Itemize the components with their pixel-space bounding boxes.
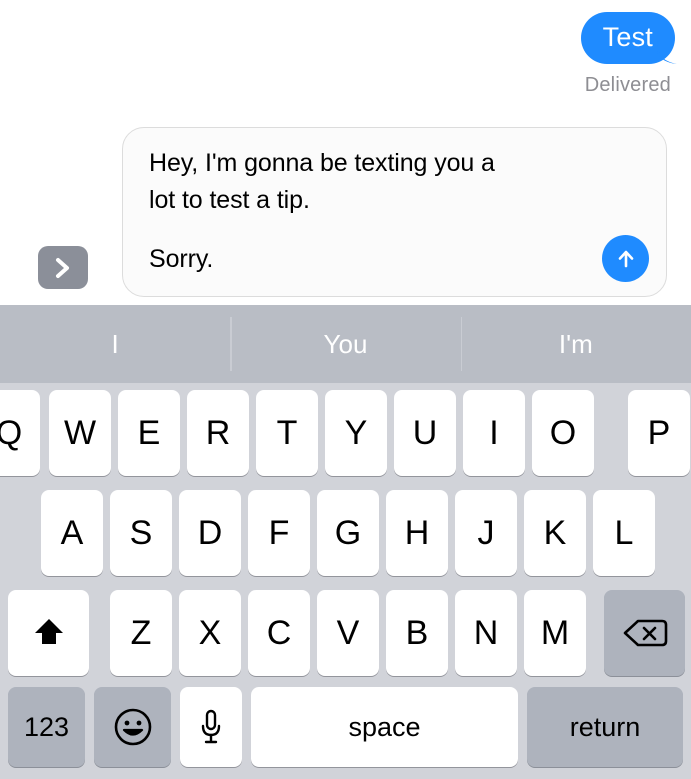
arrow-up-icon <box>612 245 640 273</box>
keyboard-row-1: Q W E R T Y U I O P <box>0 383 691 483</box>
key-k[interactable]: K <box>524 490 586 576</box>
backspace-delete-icon <box>622 616 668 650</box>
key-l-label: L <box>614 513 634 552</box>
key-b[interactable]: B <box>386 590 448 676</box>
key-i[interactable]: I <box>463 390 525 476</box>
compose-line-1: Hey, I'm gonna be texting you a <box>149 149 495 177</box>
key-t[interactable]: T <box>256 390 318 476</box>
expand-apps-button[interactable] <box>38 246 88 289</box>
return-key[interactable]: return <box>527 687 683 767</box>
key-y-label: Y <box>344 413 368 452</box>
suggestion-3[interactable]: I'm <box>460 305 691 383</box>
key-j-label: J <box>477 513 495 552</box>
key-a[interactable]: A <box>41 490 103 576</box>
key-l[interactable]: L <box>593 490 655 576</box>
suggestion-2[interactable]: You <box>230 305 460 383</box>
suggestion-2-label: You <box>323 328 368 359</box>
key-s-label: S <box>129 513 153 552</box>
key-e-label: E <box>137 413 161 452</box>
sent-message-group: Test Delivered <box>580 12 677 97</box>
message-input-bar: Hey, I'm gonna be texting you a lot to t… <box>0 122 691 302</box>
dictation-key[interactable] <box>180 687 242 767</box>
key-v-label: V <box>336 613 360 652</box>
on-screen-keyboard: I You I'm Q W E R T Y U I O P A S D F G … <box>0 305 691 779</box>
compose-text-field[interactable]: Hey, I'm gonna be texting you a lot to t… <box>122 127 667 297</box>
key-n[interactable]: N <box>455 590 517 676</box>
key-q[interactable]: Q <box>0 390 40 476</box>
numbers-key-label: 123 <box>23 711 70 742</box>
chevron-right-icon <box>52 256 74 280</box>
key-i-label: I <box>489 413 499 452</box>
keyboard-row-4: 123 space return <box>0 683 691 779</box>
key-r[interactable]: R <box>187 390 249 476</box>
delivery-status-label: Delivered <box>584 74 671 96</box>
key-j[interactable]: J <box>455 490 517 576</box>
numbers-key[interactable]: 123 <box>8 687 85 767</box>
key-n-label: N <box>473 613 499 652</box>
microphone-icon <box>197 707 225 747</box>
send-button[interactable] <box>602 235 649 282</box>
key-z-label: Z <box>130 613 152 652</box>
key-f[interactable]: F <box>248 490 310 576</box>
space-key[interactable]: space <box>251 687 518 767</box>
key-h[interactable]: H <box>386 490 448 576</box>
emoji-key[interactable] <box>94 687 171 767</box>
key-u-label: U <box>412 413 438 452</box>
smiley-face-icon <box>112 706 154 748</box>
key-m[interactable]: M <box>524 590 586 676</box>
key-k-label: K <box>543 513 567 552</box>
key-w-label: W <box>63 413 97 452</box>
key-x-label: X <box>198 613 222 652</box>
key-p-label: P <box>647 413 671 452</box>
key-r-label: R <box>205 413 231 452</box>
suggestion-1[interactable]: I <box>0 305 230 383</box>
key-g[interactable]: G <box>317 490 379 576</box>
key-c[interactable]: C <box>248 590 310 676</box>
space-key-label: space <box>348 711 421 742</box>
sent-message-text: Test <box>602 22 653 52</box>
key-t-label: T <box>276 413 298 452</box>
keyboard-row-2: A S D F G H J K L <box>0 483 691 583</box>
bubble-tail-icon <box>657 39 683 65</box>
key-o[interactable]: O <box>532 390 594 476</box>
key-m-label: M <box>540 613 570 652</box>
key-u[interactable]: U <box>394 390 456 476</box>
shift-key[interactable] <box>8 590 89 676</box>
key-f-label: F <box>268 513 290 552</box>
key-h-label: H <box>404 513 430 552</box>
key-p[interactable]: P <box>628 390 690 476</box>
predictive-suggestion-bar: I You I'm <box>0 305 691 383</box>
key-e[interactable]: E <box>118 390 180 476</box>
suggestion-3-label: I'm <box>558 328 593 359</box>
conversation-area: Test Delivered Hey, I'm gonna be texting… <box>0 0 691 305</box>
key-w[interactable]: W <box>49 390 111 476</box>
key-g-label: G <box>334 513 362 552</box>
compose-text-content: Hey, I'm gonna be texting you a lot to t… <box>149 145 599 278</box>
compose-line-2: lot to test a tip. <box>149 186 310 214</box>
key-a-label: A <box>60 513 84 552</box>
key-q-label: Q <box>0 413 23 452</box>
key-x[interactable]: X <box>179 590 241 676</box>
shift-arrow-up-icon <box>29 614 69 652</box>
key-z[interactable]: Z <box>110 590 172 676</box>
key-b-label: B <box>405 613 429 652</box>
suggestion-1-label: I <box>111 328 119 359</box>
return-key-label: return <box>569 711 641 742</box>
keyboard-row-3: Z X C V B N M <box>0 583 691 683</box>
key-v[interactable]: V <box>317 590 379 676</box>
sent-message-bubble[interactable]: Test <box>580 12 677 64</box>
key-s[interactable]: S <box>110 490 172 576</box>
key-y[interactable]: Y <box>325 390 387 476</box>
key-d[interactable]: D <box>179 490 241 576</box>
key-d-label: D <box>197 513 223 552</box>
backspace-key[interactable] <box>604 590 685 676</box>
compose-line-3: Sorry. <box>149 245 214 273</box>
key-o-label: O <box>549 413 577 452</box>
key-c-label: C <box>266 613 292 652</box>
